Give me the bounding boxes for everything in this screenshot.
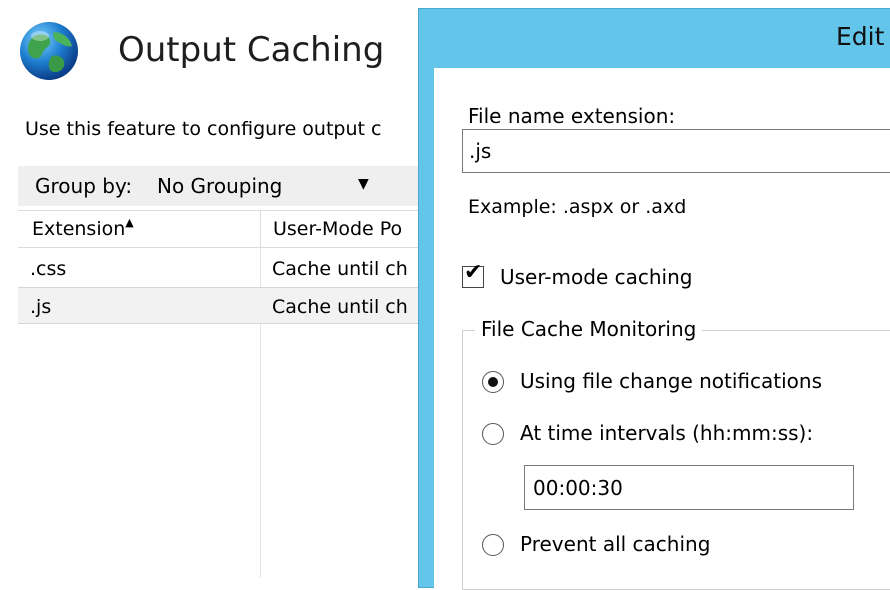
column-header-extension[interactable]: Extension▲: [18, 210, 261, 248]
radio-time-intervals-label[interactable]: At time intervals (hh:mm:ss):: [520, 421, 813, 445]
user-mode-caching-label[interactable]: User-mode caching: [500, 265, 692, 289]
radio-prevent-caching[interactable]: [482, 534, 504, 556]
checkmark-icon: ✔: [464, 260, 483, 285]
table-row[interactable]: .css Cache until ch: [18, 250, 420, 287]
column-header-extension-label: Extension: [32, 218, 126, 240]
radio-time-intervals[interactable]: [482, 423, 504, 445]
radio-selected-dot: [488, 377, 498, 387]
cell-extension: .js: [30, 296, 52, 318]
example-text: Example: .aspx or .axd: [468, 196, 687, 218]
file-cache-monitoring-title: File Cache Monitoring: [475, 317, 703, 341]
table-row-selected[interactable]: .js Cache until ch: [18, 287, 420, 324]
radio-file-change-notifications-label[interactable]: Using file change notifications: [520, 369, 822, 393]
file-extension-label: File name extension:: [468, 104, 676, 128]
page-title: Output Caching: [118, 30, 385, 70]
cell-user-mode: Cache until ch: [272, 258, 408, 280]
cell-user-mode: Cache until ch: [272, 296, 408, 318]
time-interval-input[interactable]: [524, 465, 854, 510]
column-header-user-mode[interactable]: User-Mode Po: [261, 210, 420, 248]
globe-icon: [20, 22, 78, 80]
cell-extension: .css: [30, 258, 67, 280]
sort-ascending-icon: ▲: [125, 216, 134, 229]
radio-file-change-notifications[interactable]: [482, 371, 504, 393]
group-by-dropdown[interactable]: No Grouping: [157, 174, 282, 198]
feature-description: Use this feature to configure output c: [25, 118, 382, 140]
radio-prevent-caching-label[interactable]: Prevent all caching: [520, 532, 710, 556]
dialog-title: Edit: [836, 22, 885, 51]
file-extension-input[interactable]: [462, 129, 890, 173]
group-by-label: Group by:: [35, 174, 133, 198]
chevron-down-icon[interactable]: ▼: [358, 176, 369, 192]
